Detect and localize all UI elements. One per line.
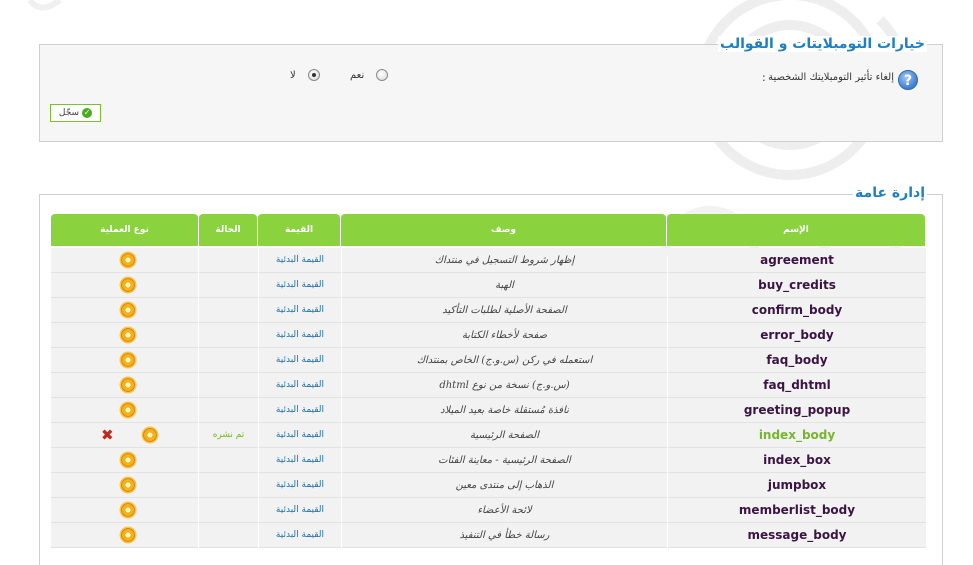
gear-icon[interactable] (121, 528, 135, 542)
gear-icon[interactable] (121, 378, 135, 392)
table-row: jumpbox الذهاب إلى منتدى معين القيمة البدئ… (51, 473, 926, 498)
table-row: confirm_body الصفحة الأصلية لطلبات التأكي… (51, 298, 926, 323)
template-name[interactable]: message_body (668, 523, 926, 548)
template-name[interactable]: jumpbox (668, 473, 926, 498)
template-value-link[interactable]: القيمة البدئية (259, 473, 341, 498)
radio-yes-label: نعم (350, 70, 365, 81)
template-description: (س.و.ج) نسخة من نوع dhtml (439, 380, 570, 391)
template-value-link[interactable]: القيمة البدئية (259, 398, 341, 423)
table-row: faq_dhtml (س.و.ج) نسخة من نوع dhtml القيمة… (51, 373, 926, 398)
template-value-link[interactable]: القيمة البدئية (259, 248, 341, 273)
template-value-link[interactable]: القيمة البدئية (259, 373, 341, 398)
save-button[interactable]: سجّل ✓ (50, 104, 101, 122)
template-name[interactable]: faq_dhtml (668, 373, 926, 398)
template-value-link[interactable]: القيمة البدئية (259, 423, 341, 448)
template-name[interactable]: confirm_body (668, 298, 926, 323)
table-cell-background (51, 423, 198, 448)
table-row: memberlist_body لائحة الأعضاء القيمة البدئ… (51, 498, 926, 523)
template-options-panel (39, 44, 943, 142)
template-description: الصفحة الرئيسية - معاينة الفئات (438, 455, 571, 466)
radio-no[interactable] (308, 69, 320, 81)
template-state (199, 248, 258, 273)
gear-icon[interactable] (121, 278, 135, 292)
gear-icon[interactable] (121, 328, 135, 342)
header-value: القيمة (258, 214, 340, 246)
template-state: تم نشره (212, 430, 245, 440)
template-name[interactable]: index_body (668, 423, 926, 448)
gear-icon[interactable] (121, 478, 135, 492)
table-row: agreement إظهار شروط التسجيل في منتداك الق… (51, 248, 926, 273)
template-state (199, 298, 258, 323)
header-description: وصف (341, 214, 666, 246)
gear-icon[interactable] (121, 453, 135, 467)
template-name[interactable]: buy_credits (668, 273, 926, 298)
gear-icon[interactable] (121, 303, 135, 317)
template-description: لائحة الأعضاء (477, 505, 532, 516)
gear-icon[interactable] (121, 403, 135, 417)
question-circle-icon[interactable]: ? (898, 70, 918, 90)
table-row: buy_credits الهبة القيمة البدئية (51, 273, 926, 298)
template-state (199, 398, 258, 423)
table-row: message_body رسالة خطأ في التنفيذ القيمة ا… (51, 523, 926, 548)
table-row: faq_body استعمله في ركن (س.و.ج) الخاص بمن… (51, 348, 926, 373)
template-name[interactable]: index_box (668, 448, 926, 473)
template-value-link[interactable]: القيمة البدئية (259, 523, 341, 548)
template-name[interactable]: memberlist_body (668, 498, 926, 523)
template-description: الصفحة الرئيسية (470, 430, 539, 441)
template-options-title: خيارات التومبلايتات و القوالب (718, 36, 927, 52)
header-state: الحالة (199, 214, 257, 246)
radio-no-label: لا (290, 70, 296, 81)
header-action: نوع العملية (51, 214, 198, 246)
template-value-link[interactable]: القيمة البدئية (259, 273, 341, 298)
template-description: إظهار شروط التسجيل في منتداك (434, 255, 575, 266)
template-state (199, 348, 258, 373)
table-row: error_body صفحة لأخطاء الكتابة القيمة البد… (51, 323, 926, 348)
gear-icon[interactable] (121, 353, 135, 367)
check-circle-icon: ✓ (82, 108, 93, 118)
template-name[interactable]: greeting_popup (668, 398, 926, 423)
template-description: صفحة لأخطاء الكتابة (461, 330, 548, 341)
template-value-link[interactable]: القيمة البدئية (259, 498, 341, 523)
template-value-link[interactable]: القيمة البدئية (259, 348, 341, 373)
template-state (199, 273, 258, 298)
general-management-title: إدارة عامة (853, 185, 927, 201)
save-label: سجّل (58, 108, 80, 118)
template-state (199, 473, 258, 498)
gear-icon[interactable] (143, 428, 157, 442)
template-description: رسالة خطأ في التنفيذ (459, 530, 550, 541)
template-description: الذهاب إلى منتدى معين (455, 480, 554, 491)
template-description: نافذة مُستقلة خاصة بعيد الميلاد (440, 405, 569, 416)
template-name[interactable]: faq_body (668, 348, 926, 373)
template-state (199, 448, 258, 473)
template-state (199, 323, 258, 348)
table-row: index_body الصفحة الرئيسية القيمة البدئية ت… (51, 423, 926, 448)
x-icon[interactable]: ✖ (101, 428, 114, 443)
template-name[interactable]: agreement (668, 248, 926, 273)
template-state (199, 523, 258, 548)
radio-yes[interactable] (376, 69, 388, 81)
gear-icon[interactable] (121, 253, 135, 267)
table-row: greeting_popup نافذة مُستقلة خاصة بعيد ال… (51, 398, 926, 423)
template-value-link[interactable]: القيمة البدئية (259, 323, 341, 348)
template-description: الصفحة الأصلية لطلبات التأكيد (442, 305, 567, 316)
header-name: الإسم (667, 214, 925, 246)
template-name[interactable]: error_body (668, 323, 926, 348)
template-description: استعمله في ركن (س.و.ج) الخاص بمنتداك (416, 355, 593, 366)
template-state (199, 373, 258, 398)
gear-icon[interactable] (121, 503, 135, 517)
template-state (199, 498, 258, 523)
option-colon: : (762, 71, 766, 84)
background-swirl-decoration-2 (27, 0, 62, 11)
template-description: الهبة (495, 280, 514, 291)
table-row: index_box الصفحة الرئيسية - معاينة الفئات… (51, 448, 926, 473)
template-value-link[interactable]: القيمة البدئية (259, 448, 341, 473)
template-value-link[interactable]: القيمة البدئية (259, 298, 341, 323)
